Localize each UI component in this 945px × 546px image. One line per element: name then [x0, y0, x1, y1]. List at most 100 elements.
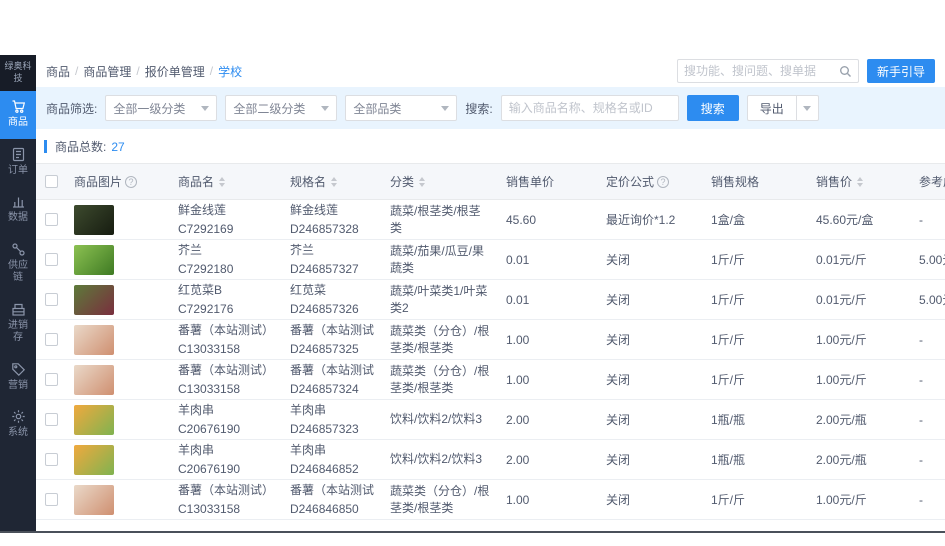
export-button[interactable]: 导出 — [746, 95, 797, 121]
product-image[interactable] — [74, 404, 114, 435]
sidebar-item-orders[interactable]: 订单 — [0, 139, 36, 187]
product-image[interactable] — [74, 484, 114, 515]
column-header-label: 销售单价 — [506, 175, 555, 189]
sale-spec-cell: 1盒/盒 — [711, 213, 746, 227]
goods-icon — [11, 99, 26, 114]
search-button[interactable]: 搜索 — [686, 95, 739, 121]
row-checkbox[interactable] — [44, 493, 58, 506]
category-select-3[interactable]: 全部品类 — [345, 95, 458, 121]
category-select-2[interactable]: 全部二级分类 — [225, 95, 338, 121]
sidebar-item-system[interactable]: 系统 — [0, 401, 36, 449]
data-icon — [11, 194, 26, 209]
row-checkbox[interactable] — [44, 293, 58, 306]
spec-code: D246846850 — [290, 501, 359, 516]
sidebar-item-data[interactable]: 数据 — [0, 186, 36, 234]
breadcrumb-separator: / — [136, 64, 140, 78]
product-search-input[interactable] — [500, 95, 679, 121]
category-cell: 蔬菜/叶菜类1/叶菜类2 — [390, 283, 488, 315]
column-header[interactable]: 销售单价 — [498, 164, 598, 199]
row-checkbox[interactable] — [44, 373, 58, 386]
column-header[interactable]: 参考成 — [911, 164, 945, 199]
chevron-down-icon — [803, 105, 812, 111]
product-code: C13033158 — [178, 501, 241, 516]
product-name: 红苋菜B — [178, 282, 223, 297]
spec-code: D246857325 — [290, 341, 359, 356]
product-image[interactable] — [74, 284, 114, 315]
sale-price-cell: 0.01元/斤 — [816, 253, 867, 267]
sale-spec-cell: 1斤/斤 — [711, 253, 746, 267]
select-value: 全部二级分类 — [233, 101, 306, 116]
product-name: 羊肉串 — [178, 442, 215, 457]
column-header[interactable]: 分类 — [382, 164, 498, 199]
unit-price-cell: 0.01 — [506, 292, 530, 307]
product-name: 羊肉串 — [178, 402, 215, 417]
unit-price-cell: 1.00 — [506, 332, 530, 347]
product-image[interactable] — [74, 444, 114, 475]
product-image[interactable] — [74, 364, 114, 395]
column-header[interactable]: 销售价 — [808, 164, 911, 199]
row-checkbox[interactable] — [44, 253, 58, 266]
pricing-formula-cell: 关闭 — [606, 293, 631, 307]
sort-icon[interactable] — [331, 176, 338, 187]
row-checkbox[interactable] — [44, 453, 58, 466]
row-checkbox[interactable] — [44, 333, 58, 346]
sort-icon[interactable] — [857, 176, 864, 187]
sidebar-item-inventory[interactable]: 进销存 — [0, 294, 36, 354]
category-cell: 蔬菜类（分仓）/根茎类/根茎类 — [390, 483, 490, 515]
sale-spec-cell: 1斤/斤 — [711, 493, 746, 507]
spec-name: 鲜金线莲 — [290, 202, 339, 217]
sidebar-item-label: 商品 — [8, 117, 28, 129]
column-header[interactable]: 商品图片? — [66, 164, 170, 199]
spec-name: 芥兰 — [290, 242, 315, 257]
pricing-formula-cell: 关闭 — [606, 493, 631, 507]
spec-name: 羊肉串 — [290, 402, 327, 417]
inventory-icon — [11, 302, 26, 317]
reference-cost-cell: - — [919, 212, 923, 227]
filter-bar: 商品筛选: 全部一级分类 全部二级分类 全部品类 搜索: 搜索 导出 — [36, 87, 945, 129]
breadcrumb-item[interactable]: 商品 — [46, 63, 70, 80]
breadcrumb-item[interactable]: 报价单管理 — [145, 63, 205, 80]
sale-spec-cell: 1瓶/瓶 — [711, 413, 746, 427]
select-all-checkbox[interactable] — [44, 175, 58, 188]
global-search-box[interactable] — [676, 59, 859, 83]
help-icon[interactable]: ? — [125, 175, 138, 188]
beginner-guide-button[interactable]: 新手引导 — [866, 59, 935, 83]
sidebar-item-supply[interactable]: 供应链 — [0, 234, 36, 294]
sale-spec-cell: 1斤/斤 — [711, 333, 746, 347]
sale-spec-cell: 1斤/斤 — [711, 373, 746, 387]
table-header-row: 商品图片? 商品名 规格名 分类 销售单价 定价公式? 销售规格 销售价 参考成 — [36, 164, 945, 200]
breadcrumb-item[interactable]: 商品管理 — [83, 63, 131, 80]
sidebar-item-label: 订单 — [8, 164, 28, 176]
spec-code: D246857327 — [290, 261, 359, 276]
product-code: C13033158 — [178, 341, 241, 356]
marketing-icon — [11, 362, 26, 377]
column-header[interactable]: 定价公式? — [598, 164, 703, 199]
category-select-1[interactable]: 全部一级分类 — [105, 95, 218, 121]
help-icon[interactable]: ? — [657, 175, 670, 188]
sort-icon[interactable] — [419, 176, 426, 187]
row-checkbox[interactable] — [44, 213, 58, 226]
product-image[interactable] — [74, 204, 114, 235]
product-image[interactable] — [74, 244, 114, 275]
sale-price-cell: 1.00元/斤 — [816, 333, 867, 347]
export-dropdown-toggle[interactable] — [796, 95, 819, 121]
unit-price-cell: 2.00 — [506, 452, 530, 467]
sort-icon[interactable] — [219, 176, 226, 187]
breadcrumb-item[interactable]: 学校 — [218, 63, 242, 80]
table-body: 鲜金线莲 C7292169 鲜金线莲 D246857328 蔬菜/根茎类/根茎类 45.6… — [36, 200, 945, 520]
search-icon[interactable] — [839, 65, 852, 78]
sidebar-item-goods[interactable]: 商品 — [0, 91, 36, 139]
column-header-label: 参考成 — [919, 175, 945, 189]
sale-spec-cell: 1斤/斤 — [711, 293, 746, 307]
column-header[interactable]: 商品名 — [170, 164, 282, 199]
pricing-formula-cell: 关闭 — [606, 453, 631, 467]
sidebar-item-marketing[interactable]: 营销 — [0, 354, 36, 402]
row-checkbox[interactable] — [44, 413, 58, 426]
product-image[interactable] — [74, 324, 114, 355]
table-row: 番薯（本站测试） C13033158 番薯（本站测试） D246846850 蔬菜类（分… — [36, 480, 945, 520]
column-header[interactable]: 销售规格 — [703, 164, 808, 199]
column-header[interactable]: 规格名 — [282, 164, 382, 199]
filter-label: 商品筛选: — [46, 101, 98, 116]
global-search-input[interactable] — [683, 64, 835, 78]
category-cell: 饮料/饮料2/饮料3 — [390, 452, 483, 467]
